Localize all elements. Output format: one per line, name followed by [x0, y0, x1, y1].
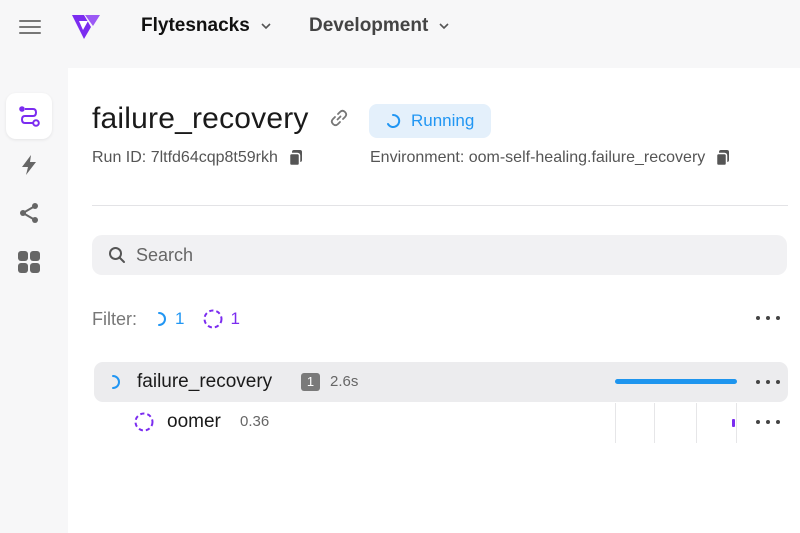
menu-icon[interactable] — [19, 19, 41, 35]
task-duration: 0.36 — [240, 413, 270, 430]
search-icon — [109, 247, 125, 263]
row-more-button[interactable] — [756, 376, 780, 388]
status-badge: Running — [369, 104, 491, 138]
sidebar — [0, 68, 68, 533]
timeline-bar — [615, 379, 737, 384]
copy-icon[interactable] — [715, 149, 731, 167]
filter-running-count: 1 — [175, 309, 185, 328]
copy-icon[interactable] — [288, 149, 304, 167]
sidebar-item-runs[interactable] — [6, 93, 52, 139]
flyte-logo-icon[interactable] — [69, 11, 103, 43]
task-name[interactable]: oomer — [167, 411, 221, 433]
domain-name: Development — [309, 15, 429, 36]
chevron-down-icon — [261, 23, 271, 30]
run-id: Run ID: 7ltfd64cqp8t59rkh — [92, 149, 304, 167]
filter-label: Filter: — [92, 308, 137, 329]
sidebar-item-share[interactable] — [6, 190, 52, 236]
filter-more-button[interactable] — [756, 312, 780, 324]
running-status-icon — [158, 312, 166, 326]
task-name: failure_recovery — [137, 371, 273, 392]
timeline-marker — [732, 419, 735, 427]
project-name: Flytesnacks — [141, 15, 250, 36]
chevron-down-icon — [439, 23, 449, 30]
filter-queued[interactable]: 1 — [202, 308, 240, 330]
runs-icon — [19, 106, 40, 127]
search-input[interactable] — [136, 244, 736, 266]
search-box — [92, 235, 787, 275]
spinner-icon — [387, 113, 401, 128]
project-selector[interactable]: Flytesnacks — [141, 15, 272, 37]
sidebar-item-triggers[interactable] — [6, 142, 52, 188]
timeline-gridline — [615, 403, 616, 443]
environment-label: Environment: oom-self-healing.failure_re… — [370, 149, 706, 166]
share-icon — [20, 203, 38, 223]
timeline-gridline — [696, 403, 697, 443]
environment: Environment: oom-self-healing.failure_re… — [370, 149, 731, 167]
link-icon[interactable] — [329, 108, 349, 128]
timeline-gridline — [736, 403, 737, 443]
domain-selector[interactable]: Development — [309, 15, 450, 37]
sidebar-item-apps[interactable] — [6, 239, 52, 285]
run-id-label: Run ID: 7ltfd64cqp8t59rkh — [92, 149, 278, 166]
running-status-icon — [112, 375, 120, 389]
run-title: failure_recovery — [92, 102, 309, 135]
attempt-count-badge: 1 — [301, 373, 320, 391]
queued-status-icon — [134, 412, 154, 432]
apps-grid-icon — [18, 251, 40, 273]
lightning-icon — [22, 155, 36, 175]
task-duration: 2.6s — [330, 373, 359, 390]
run-detail-panel: failure_recovery Running Run ID: 7ltfd64… — [68, 68, 800, 533]
filter-bar: Filter: 1 1 — [92, 308, 240, 330]
timeline-gridline — [654, 403, 655, 443]
filter-queued-count: 1 — [230, 309, 240, 328]
top-bar: Flytesnacks Development — [0, 0, 800, 58]
divider — [92, 205, 788, 206]
table-row[interactable]: failure_recovery 1 2.6s — [94, 362, 788, 402]
filter-running[interactable]: 1 — [155, 309, 184, 329]
queued-status-icon — [203, 309, 223, 329]
status-label: Running — [411, 111, 475, 130]
row-more-button[interactable] — [756, 416, 780, 428]
